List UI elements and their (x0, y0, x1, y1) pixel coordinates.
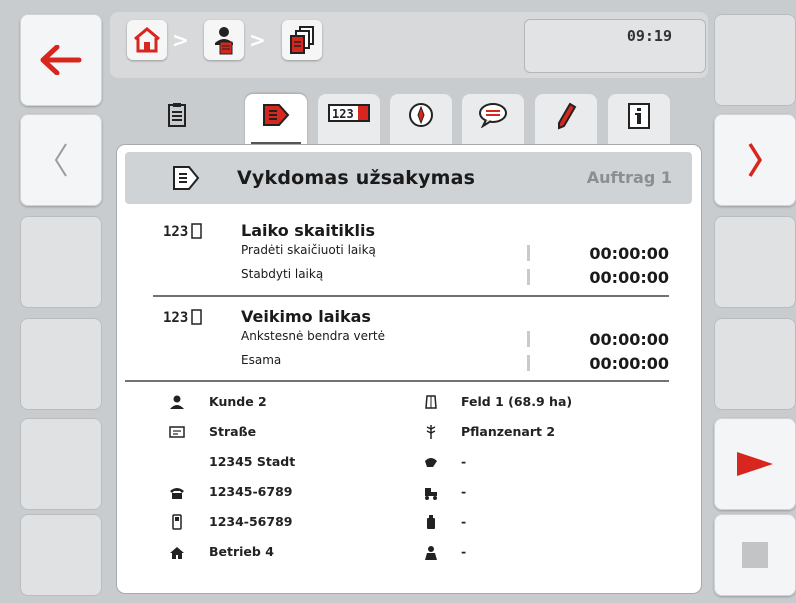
clipboard-icon (168, 103, 186, 127)
breadcrumb-separator: > (249, 28, 266, 52)
clock-display: 09:19 (524, 19, 706, 73)
tab-navigation[interactable] (390, 94, 452, 148)
customer-name: Kunde 2 (209, 394, 267, 409)
section-title: Veikimo laikas (241, 307, 371, 326)
customer-mobile: 1234-56789 (209, 514, 293, 529)
task-play-icon (263, 104, 290, 126)
machine-value: - (461, 484, 467, 499)
mobile-icon (169, 514, 185, 530)
scroll-right-button[interactable] (714, 114, 796, 206)
row-value: 00:00:00 (589, 244, 669, 263)
content-panel: Vykdomas užsakymas Auftrag 1 123 Laiko s… (117, 145, 701, 593)
row-separator (527, 331, 530, 347)
start-button[interactable] (714, 418, 796, 510)
compass-icon (409, 103, 433, 127)
clock-time: 09:19 (626, 27, 672, 45)
row-label: Ankstesnė bendra vertė (241, 329, 385, 343)
stop-icon (742, 542, 768, 568)
scroll-left-button[interactable] (20, 114, 102, 206)
app-frame: > > 09:19 123 Vykdomas užsakymas Auftrag… (0, 0, 796, 603)
stop-button[interactable] (714, 514, 796, 596)
panel-title: Vykdomas užsakymas (237, 167, 476, 189)
counter-123-icon: 123 (163, 223, 202, 240)
side-button-left-6[interactable] (20, 514, 102, 596)
side-button-left-5[interactable] (20, 418, 102, 510)
row-value: 00:00:00 (589, 354, 669, 373)
tab-comments[interactable] (462, 94, 524, 148)
info-icon (628, 103, 650, 129)
chevron-left-icon (54, 143, 67, 177)
address-icon (169, 424, 185, 440)
field-icon (423, 394, 439, 410)
breadcrumb-documents[interactable] (282, 20, 322, 60)
row-value: 00:00:00 (589, 330, 669, 349)
row-label: Esama (241, 353, 282, 367)
operator-icon (215, 27, 233, 55)
pencil-icon (558, 102, 577, 130)
documents-icon (290, 26, 314, 54)
row-label: Stabdyti laiką (241, 267, 324, 281)
customer-city: 12345 Stadt (209, 454, 296, 469)
section-divider (125, 380, 669, 382)
row-label: Pradėti skaičiuoti laiką (241, 243, 376, 257)
tab-info[interactable] (608, 94, 670, 148)
side-button-left-4[interactable] (20, 318, 102, 410)
section-title: Laiko skaitiklis (241, 221, 375, 240)
customer-farm: Betrieb 4 (209, 544, 274, 559)
panel-subtitle: Auftrag 1 (586, 168, 672, 187)
side-button-left-3[interactable] (20, 216, 102, 308)
arrow-left-icon (40, 45, 82, 75)
svg-text:123: 123 (332, 107, 354, 121)
row-separator (527, 355, 530, 371)
crop-name: Pflanzenart 2 (461, 424, 556, 439)
phone-icon (169, 485, 185, 501)
svg-text:123: 123 (163, 310, 188, 326)
customer-street: Straße (209, 424, 257, 439)
machine-icon (423, 485, 439, 501)
customer-phone: 12345-6789 (209, 484, 293, 499)
row-separator (527, 269, 530, 285)
customer-icon (169, 394, 185, 410)
panel-header: Vykdomas užsakymas Auftrag 1 (125, 152, 692, 204)
counter-123-icon: 123 (328, 104, 370, 122)
section-time-counter: 123 Laiko skaitiklis Pradėti skaičiuoti … (117, 215, 701, 305)
fertilizer-icon (423, 454, 439, 470)
task-play-icon (173, 166, 200, 190)
back-button[interactable] (20, 14, 102, 106)
tab-edit[interactable] (535, 94, 597, 148)
counter-123-icon: 123 (163, 309, 202, 326)
field-name: Feld 1 (68.9 ha) (461, 394, 573, 409)
worker-icon (423, 545, 439, 561)
speech-bubble-icon (479, 103, 507, 128)
tab-counters[interactable]: 123 (318, 94, 380, 148)
home-icon (134, 27, 160, 53)
tab-current-task[interactable] (245, 94, 307, 148)
breadcrumb-separator: > (172, 28, 189, 52)
breadcrumb-home[interactable] (127, 20, 167, 60)
breadcrumb-operator[interactable] (204, 20, 244, 60)
crop-icon (423, 424, 439, 440)
section-operating-time: 123 Veikimo laikas Ankstesnė bendra vert… (117, 301, 701, 381)
side-button-right-1[interactable] (714, 14, 796, 106)
svg-text:123: 123 (163, 224, 188, 240)
row-separator (527, 245, 530, 261)
fertilizer-value: - (461, 454, 467, 469)
section-divider (153, 295, 669, 297)
row-value: 00:00:00 (589, 268, 669, 287)
play-icon (737, 452, 773, 476)
worker-value: - (461, 544, 467, 559)
side-button-right-3[interactable] (714, 216, 796, 308)
tab-overview[interactable] (146, 94, 208, 148)
product-icon (423, 514, 439, 530)
side-button-right-4[interactable] (714, 318, 796, 410)
product-value: - (461, 514, 467, 529)
farm-icon (169, 545, 185, 561)
chevron-right-icon (748, 143, 763, 177)
